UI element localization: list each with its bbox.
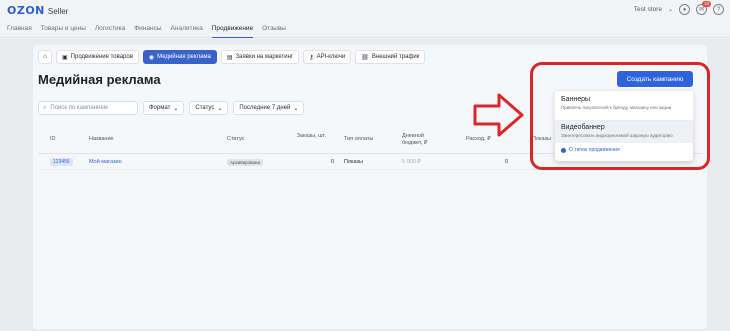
column-name[interactable]: Название [89,136,114,143]
tab-label: Внешний трафик [371,54,420,60]
column-payment-type[interactable]: Тип оплаты [344,136,373,143]
highlight-frame [530,62,710,170]
column-orders[interactable]: Заказы, шт. [296,133,326,140]
chevron-down-icon: ⌄ [667,7,673,13]
tab-label: API-ключи [316,54,346,60]
spend-value: 0 [504,159,508,165]
column-daily-budget[interactable]: Дневной бюджет, ₽ [402,133,442,146]
period-filter[interactable]: Последние 7 дней ⌄ [233,101,305,115]
status-badge: Архивирована [227,158,263,166]
orders-value: 0 [330,159,334,165]
logo-product: Seller [47,7,69,16]
page-title: Медийная реклама [38,72,161,87]
promotion-subnav: ⌂ ▣ Продвижение товаров ◉ Медийная реклама… [38,50,426,64]
document-icon: ▤ [226,54,233,61]
tab-media-ads[interactable]: ◉ Медийная реклама [142,50,217,64]
tab-api-keys[interactable]: ⚷ API-ключи [303,50,352,64]
notification-badge: 10 [701,1,711,7]
status-filter[interactable]: Статус ⌄ [189,101,229,115]
column-status[interactable]: Статус [227,136,244,143]
daily-budget-value: 5 000 ₽ [402,159,421,165]
filter-label: Формат [149,105,171,111]
ozon-seller-logo[interactable]: OZON Seller [7,4,68,17]
annotation-arrow-icon [473,93,524,137]
chevron-down-icon: ⌄ [217,105,223,112]
format-filter[interactable]: Формат ⌄ [143,101,185,115]
payment-type-value: Показы [344,159,364,165]
nav-item-finance[interactable]: Финансы [134,22,161,38]
filters-bar: ⌕ Поиск по кампаниям Формат ⌄ Статус ⌄ Пос… [38,101,305,115]
nav-item-logistics[interactable]: Логистика [95,22,125,38]
search-placeholder: Поиск по кампаниям [50,105,108,111]
help-icon[interactable]: ? [713,4,724,15]
link-icon: ⛓ [361,54,369,61]
filter-label: Последние 7 дней [239,105,291,111]
tab-label: Заявки на маркетинг [235,54,294,60]
chevron-down-icon: ⌄ [173,105,179,112]
search-input[interactable]: ⌕ Поиск по кампаниям [38,101,138,115]
chat-icon[interactable]: ✉ 10 [696,1,711,15]
tab-label: Медийная реклама [157,54,211,60]
home-button[interactable]: ⌂ [38,50,52,64]
column-id[interactable]: ID [50,136,56,143]
top-bar: OZON Seller Test store ⌄ ● ✉ 10 ? [0,0,730,22]
tab-label: Продвижение товаров [70,54,133,60]
nav-item-products[interactable]: Товары и цены [41,22,86,38]
key-icon: ⚷ [309,54,314,61]
tab-external-traffic[interactable]: ⛓ Внешний трафик [355,50,426,64]
tab-marketing-requests[interactable]: ▤ Заявки на маркетинг [220,50,300,64]
logo-brand: OZON [7,4,45,17]
search-icon: ⌕ [43,104,47,111]
nav-item-analytics[interactable]: Аналитика [171,22,203,38]
nav-item-home[interactable]: Главная [7,22,32,38]
box-icon: ▣ [62,54,68,61]
eye-icon: ◉ [148,54,155,61]
chevron-down-icon: ⌄ [293,105,299,112]
store-selector[interactable]: Test store [634,6,662,13]
filter-label: Статус [195,105,215,111]
nav-item-promotion[interactable]: Продвижение [211,22,254,38]
tab-product-promotion[interactable]: ▣ Продвижение товаров [56,50,139,64]
header-actions: Test store ⌄ ● ✉ 10 ? [634,1,724,15]
main-nav: Главная Товары и цены Логистика Финансы … [0,22,730,38]
campaign-id[interactable]: 123456 [50,158,73,166]
user-icon[interactable]: ● [679,4,690,15]
nav-item-reviews[interactable]: Отзывы [262,22,286,38]
home-icon: ⌂ [43,54,47,60]
campaign-name-link[interactable]: Мой магазин [89,159,122,165]
